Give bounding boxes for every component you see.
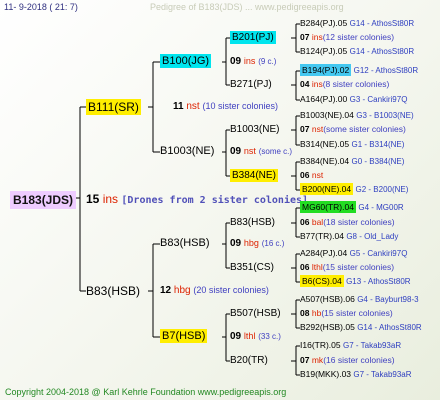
dam-info: 12 hbg (20 sister colonies) bbox=[160, 285, 269, 296]
gen2-node-2[interactable]: B1003(NE) bbox=[160, 146, 214, 157]
gen3-node-5[interactable]: B83(HSB) bbox=[230, 218, 275, 228]
gen4-row-11[interactable]: A284(PJ).04 G5 - Cankiri97Q bbox=[300, 249, 407, 258]
pedigree-diagram: 11- 9-2018 ( 21: 7) Pedigree of B183(JDS… bbox=[0, 0, 440, 400]
gen3-node-7[interactable]: B507(HSB) bbox=[230, 309, 281, 319]
gen3-node-4[interactable]: B384(NE) bbox=[230, 169, 278, 182]
gen2-info-1: 09 ins (9 c.) bbox=[230, 56, 277, 67]
gen3-info-8: 07 mk(16 sister colonies) bbox=[300, 355, 395, 365]
gen4-row-13[interactable]: A507(HSB).06 G4 - Bayburt98-3 bbox=[300, 295, 419, 304]
gen2-info-4: 09 lthl (33 c.) bbox=[230, 331, 281, 342]
gen4-row-10[interactable]: B77(TR).04 G8 - Old_Lady bbox=[300, 232, 398, 241]
gen4-row-15[interactable]: I16(TR).05 G7 - Takab93aR bbox=[300, 341, 401, 350]
sire-node[interactable]: B111(SR) bbox=[86, 99, 141, 115]
gen2-info-3: 09 hbg (16 c.) bbox=[230, 238, 285, 249]
root-queen-id: B183(JDS) bbox=[10, 191, 77, 209]
gen4-row-4[interactable]: A164(PJ).00 G3 - Cankiri97Q bbox=[300, 95, 407, 104]
gen4-row-14[interactable]: B292(HSB).05 G14 - AthosSt80R bbox=[300, 323, 422, 332]
copyright-footer: Copyright 2004-2018 @ Karl Kehrle Founda… bbox=[5, 387, 287, 397]
gen4-row-16[interactable]: B19(MKK).03 G7 - Takab93aR bbox=[300, 370, 412, 379]
gen3-node-1[interactable]: B201(PJ) bbox=[230, 31, 276, 44]
gen4-row-2[interactable]: B124(PJ).05 G14 - AthosSt80R bbox=[300, 47, 414, 56]
gen3-info-2: 04 ins(8 sister colonies) bbox=[300, 79, 390, 89]
gen4-row-6[interactable]: B314(NE).05 G1 - B314(NE) bbox=[300, 140, 404, 149]
gen3-node-3[interactable]: B1003(NE) bbox=[230, 125, 279, 135]
dam-node[interactable]: B83(HSB) bbox=[86, 285, 140, 297]
gen3-info-1: 07 ins(12 sister colonies) bbox=[300, 32, 395, 42]
gen4-row-1[interactable]: B284(PJ).05 G14 - AthosSt80R bbox=[300, 19, 414, 28]
gen2-node-1[interactable]: B100(JG) bbox=[160, 54, 212, 68]
gen3-info-4: 06 nst bbox=[300, 170, 324, 180]
gen3-node-8[interactable]: B20(TR) bbox=[230, 356, 268, 366]
gen3-info-7: 08 hb(15 sister colonies) bbox=[300, 308, 393, 318]
root-info: 15 ins [Drones from 2 sister colonies] bbox=[86, 192, 309, 206]
gen2-info-2: 09 nst (some c.) bbox=[230, 146, 293, 157]
gen3-info-6: 06 lthl(15 sister colonies) bbox=[300, 262, 395, 272]
gen4-row-3[interactable]: B194(PJ).02 G12 - AthosSt80R bbox=[300, 64, 418, 76]
gen4-row-7[interactable]: B384(NE).04 G0 - B384(NE) bbox=[300, 157, 404, 166]
gen2-node-3[interactable]: B83(HSB) bbox=[160, 238, 210, 249]
sire-info: 11 nst (10 sister colonies) bbox=[173, 101, 279, 112]
gen4-row-9[interactable]: MG60(TR).04 G4 - MG00R bbox=[300, 201, 404, 213]
gen3-node-6[interactable]: B351(CS) bbox=[230, 263, 274, 273]
gen3-node-2[interactable]: B271(PJ) bbox=[230, 80, 272, 90]
date-header: 11- 9-2018 ( 21: 7) bbox=[4, 2, 78, 12]
gen2-node-4[interactable]: B7(HSB) bbox=[160, 329, 208, 343]
gen4-row-5[interactable]: B1003(NE).04 G3 - B1003(NE) bbox=[300, 111, 414, 120]
gen4-row-12[interactable]: B6(CS).04 G13 - AthosSt80R bbox=[300, 275, 411, 287]
watermark-header: Pedigree of B183(JDS) ... www.pedigreeap… bbox=[150, 2, 344, 12]
gen3-info-3: 07 nst(some sister colonies) bbox=[300, 124, 406, 134]
gen4-row-8[interactable]: B200(NE).04 G2 - B200(NE) bbox=[300, 183, 408, 195]
root-node[interactable]: B183(JDS) bbox=[10, 191, 77, 209]
gen3-info-5: 06 bal(18 sister colonies) bbox=[300, 217, 395, 227]
